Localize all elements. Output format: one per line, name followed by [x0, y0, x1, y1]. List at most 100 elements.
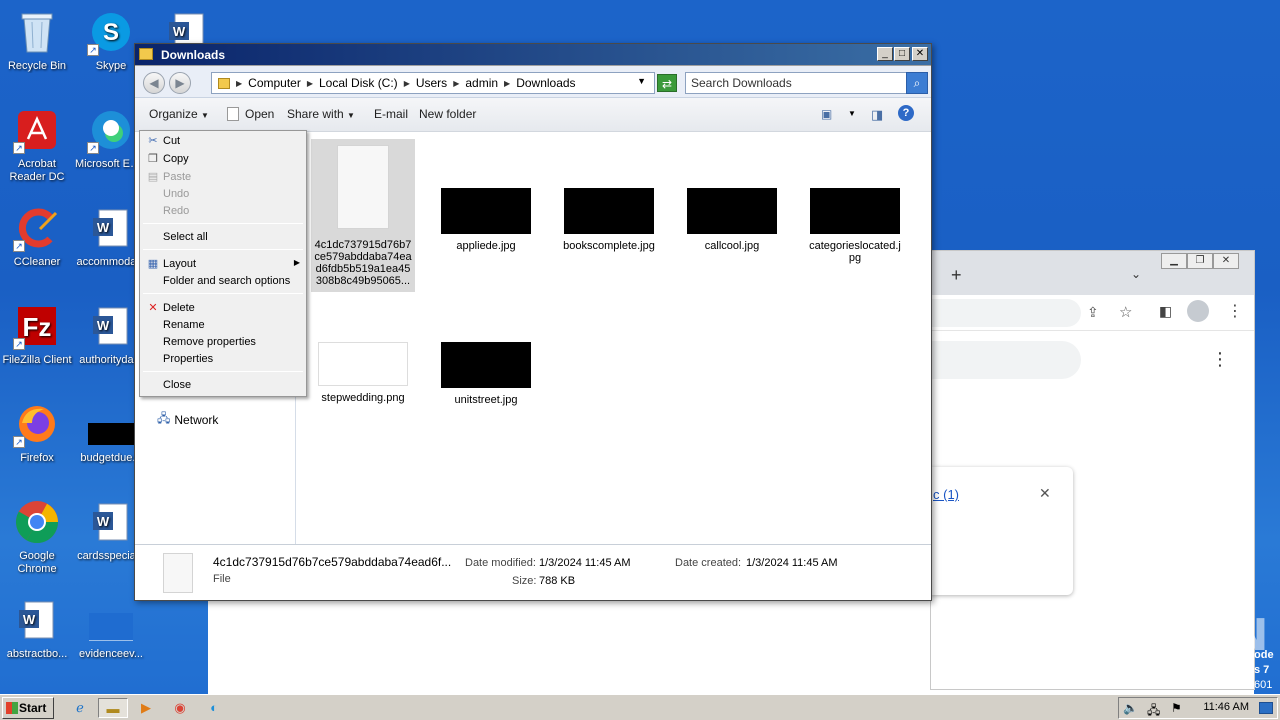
scissors-icon: ✂ [148, 135, 158, 147]
breadcrumb-downloads[interactable]: Downloads [516, 76, 575, 90]
desktop-icon-ccleaner[interactable]: ↗ CCleaner [0, 204, 74, 269]
profile-avatar[interactable] [1187, 300, 1209, 322]
more-options-icon[interactable]: ⋮ [1211, 349, 1229, 370]
chrome-taskbar-icon[interactable]: ◉ [168, 698, 192, 718]
omnibox[interactable] [931, 299, 1081, 327]
menu-item-select-all[interactable]: Select all [163, 231, 208, 243]
chevron-down-icon[interactable]: ▼ [637, 76, 646, 86]
chevron-down-icon[interactable]: ▼ [848, 109, 856, 118]
acrobat-reader-icon: ↗ [13, 106, 61, 154]
search-input[interactable]: Search Downloads [685, 72, 907, 94]
menu-item-delete[interactable]: Delete [163, 302, 195, 314]
menu-item-close[interactable]: Close [163, 379, 191, 391]
new-tab-button[interactable]: + [951, 265, 962, 286]
chevron-down-icon[interactable]: ⌄ [1131, 267, 1141, 281]
shortcut-arrow-icon: ↗ [13, 436, 25, 448]
date-created-label: Date created: [675, 557, 742, 569]
internet-explorer-icon[interactable]: ℯ [68, 698, 92, 718]
show-desktop-icon[interactable] [1259, 702, 1273, 714]
volume-icon[interactable]: 🔈 [1123, 701, 1138, 715]
menu-item-paste[interactable]: Paste [163, 171, 191, 183]
organize-button[interactable]: Organize ▼ [149, 107, 209, 121]
back-button[interactable]: ◀ [143, 72, 165, 94]
word-document-icon: W [13, 596, 61, 644]
image-thumbnail [318, 342, 408, 386]
file-item[interactable]: stepwedding.png [311, 342, 415, 404]
share-with-button[interactable]: Share with ▼ [287, 107, 355, 121]
breadcrumb-computer[interactable]: Computer [248, 76, 301, 90]
open-button[interactable]: Open [245, 107, 274, 121]
explorer-titlebar[interactable]: Downloads _ □ ✕ [135, 44, 931, 66]
menu-item-cut[interactable]: Cut [163, 135, 180, 147]
details-kind: File [213, 573, 231, 585]
view-options-icon[interactable]: ▣ [821, 107, 832, 121]
breadcrumb-admin[interactable]: admin [465, 76, 498, 90]
file-list[interactable]: 4c1dc737915d76b7ce579abddaba74ead6fdb5b5… [297, 133, 931, 544]
menu-item-properties[interactable]: Properties [163, 353, 213, 365]
help-icon[interactable]: ? [898, 105, 914, 121]
email-button[interactable]: E-mail [374, 107, 408, 121]
menu-item-undo[interactable]: Undo [163, 188, 189, 200]
menu-item-remove-properties[interactable]: Remove properties [163, 336, 256, 348]
desktop-icon-firefox[interactable]: ↗ Firefox [0, 400, 74, 465]
menu-item-folder-options[interactable]: Folder and search options [163, 275, 290, 287]
desktop-icon-chrome[interactable]: Google Chrome [0, 498, 74, 576]
file-item[interactable]: unitstreet.jpg [434, 342, 538, 406]
menu-item-layout[interactable]: Layout [163, 258, 196, 270]
preview-pane-icon[interactable]: ◨ [871, 107, 883, 123]
media-player-icon[interactable]: ▶ [134, 698, 158, 718]
new-folder-button[interactable]: New folder [419, 107, 476, 121]
menu-separator [143, 371, 303, 372]
menu-item-rename[interactable]: Rename [163, 319, 205, 331]
close-button[interactable]: ✕ [912, 47, 928, 61]
restore-button[interactable]: ❐ [1187, 253, 1213, 269]
desktop-icon-evidenceev[interactable]: evidenceev... [74, 596, 148, 661]
desktop-icon-filezilla[interactable]: Fz ↗ FileZilla Client [0, 302, 74, 367]
side-panel-icon[interactable]: ◧ [1159, 303, 1172, 320]
file-item[interactable]: callcool.jpg [680, 188, 784, 252]
size-label: Size: [512, 575, 537, 587]
blank-file-icon [337, 145, 389, 229]
breadcrumb-local-disk[interactable]: Local Disk (C:) [319, 76, 398, 90]
minimize-button[interactable]: _ [877, 47, 893, 61]
system-tray: 🔈 🖧 ⚑ 11:46 AM [1118, 697, 1278, 719]
menu-item-copy[interactable]: Copy [163, 153, 189, 165]
search-bar[interactable] [931, 341, 1081, 379]
desktop-icon-recycle-bin[interactable]: Recycle Bin [0, 8, 74, 73]
clock[interactable]: 11:46 AM [1203, 701, 1249, 713]
start-button[interactable]: Start [2, 697, 54, 719]
menu-icon[interactable]: ⋮ [1227, 301, 1243, 321]
taskbar: Start ℯ ▬ ▶ ◉ ◐ 🔈 🖧 ⚑ 11:46 AM [0, 694, 1280, 720]
breadcrumb-users[interactable]: Users [416, 76, 447, 90]
nav-item-network[interactable]: 🖧 Network [157, 409, 218, 430]
forward-button[interactable]: ▶ [169, 72, 191, 94]
chrome-titlebar: ▁ ❐ ✕ + ⌄ [931, 251, 1254, 295]
close-button[interactable]: ✕ [1213, 253, 1239, 269]
file-item[interactable]: appliede.jpg [434, 188, 538, 252]
menu-item-redo[interactable]: Redo [163, 205, 189, 217]
minimize-button[interactable]: ▁ [1161, 253, 1187, 269]
explorer-taskbar-icon[interactable]: ▬ [98, 698, 128, 718]
file-item[interactable]: 4c1dc737915d76b7ce579abddaba74ead6fdb5b5… [311, 139, 415, 292]
maximize-button[interactable]: □ [894, 47, 910, 61]
desktop-icon-abstractbo[interactable]: W abstractbo... [0, 596, 74, 661]
file-item[interactable]: categorieslocated.jpg [803, 188, 907, 264]
power-icon[interactable]: ⚑ [1171, 701, 1182, 715]
star-icon[interactable]: ☆ [1119, 303, 1132, 321]
submenu-arrow-icon: ▶ [293, 258, 300, 267]
search-icon[interactable]: ⌕ [906, 72, 928, 94]
share-icon[interactable]: ⇪ [1087, 304, 1099, 321]
context-menu: ✂ Cut ❐ Copy ▤ Paste Undo Redo Select al… [139, 130, 307, 397]
edge-taskbar-icon[interactable]: ◐ [202, 698, 226, 718]
date-modified-label: Date modified: [465, 557, 536, 569]
address-bar[interactable]: ▶ Computer ▶ Local Disk (C:) ▶ Users ▶ a… [211, 72, 655, 94]
download-link[interactable]: c (1) [933, 487, 959, 502]
desktop-icon-acrobat[interactable]: ↗ Acrobat Reader DC [0, 106, 74, 184]
svg-text:W: W [23, 612, 36, 627]
close-icon[interactable]: ✕ [1039, 485, 1051, 502]
refresh-icon[interactable]: ⇄ [657, 74, 677, 92]
network-tray-icon[interactable]: 🖧 [1147, 701, 1160, 720]
blank-file-icon [163, 553, 193, 593]
file-item[interactable]: bookscomplete.jpg [557, 188, 661, 252]
chrome-toolbar: ⇪ ☆ ◧ ⋮ [931, 295, 1254, 331]
